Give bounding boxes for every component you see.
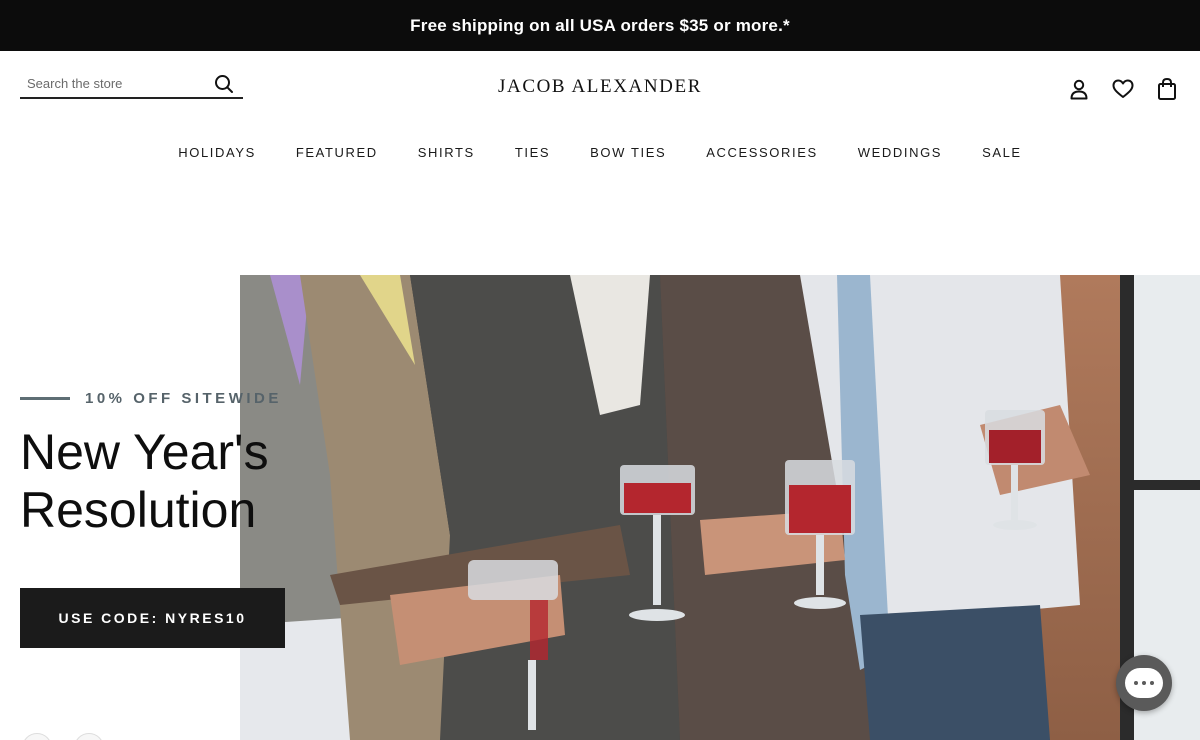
chat-button[interactable] bbox=[1116, 655, 1172, 711]
brand-logo[interactable]: JACOB ALEXANDER bbox=[440, 76, 760, 98]
nav-item-shirts[interactable]: SHIRTS bbox=[418, 145, 475, 160]
nav-item-sale[interactable]: SALE bbox=[982, 145, 1022, 160]
hero-headline-line1: New Year's bbox=[20, 424, 269, 480]
header-icons bbox=[1066, 76, 1180, 102]
promo-tagline: 10% OFF SITEWIDE bbox=[85, 390, 282, 407]
account-icon[interactable] bbox=[1066, 76, 1092, 102]
nav-item-accessories[interactable]: ACCESSORIES bbox=[706, 145, 818, 160]
carousel-prev-button[interactable] bbox=[22, 733, 52, 740]
nav-item-weddings[interactable]: WEDDINGS bbox=[858, 145, 942, 160]
tagline-rule bbox=[20, 397, 70, 400]
nav-item-holidays[interactable]: HOLIDAYS bbox=[178, 145, 256, 160]
hero-headline: New Year's Resolution bbox=[20, 423, 340, 539]
search-box[interactable] bbox=[20, 70, 243, 99]
search-icon[interactable] bbox=[213, 73, 235, 95]
carousel-controls bbox=[22, 733, 104, 740]
announcement-text: Free shipping on all USA orders $35 or m… bbox=[410, 15, 790, 35]
nav-item-ties[interactable]: TIES bbox=[515, 145, 550, 160]
chat-bubble-icon bbox=[1125, 668, 1163, 698]
brand-logo-text: JACOB ALEXANDER bbox=[498, 76, 702, 97]
announcement-bar: Free shipping on all USA orders $35 or m… bbox=[0, 0, 1200, 51]
use-code-button[interactable]: USE CODE: NYRES10 bbox=[20, 588, 285, 648]
hero-headline-line2: Resolution bbox=[20, 482, 257, 538]
nav-item-bow-ties[interactable]: BOW TIES bbox=[590, 145, 666, 160]
heart-icon[interactable] bbox=[1110, 76, 1136, 102]
bag-icon[interactable] bbox=[1154, 76, 1180, 102]
hero-image bbox=[240, 275, 1200, 740]
carousel-next-button[interactable] bbox=[74, 733, 104, 740]
nav-item-featured[interactable]: FEATURED bbox=[296, 145, 378, 160]
search-input[interactable] bbox=[20, 76, 200, 91]
main-nav: HOLIDAYS FEATURED SHIRTS TIES BOW TIES A… bbox=[0, 145, 1200, 160]
